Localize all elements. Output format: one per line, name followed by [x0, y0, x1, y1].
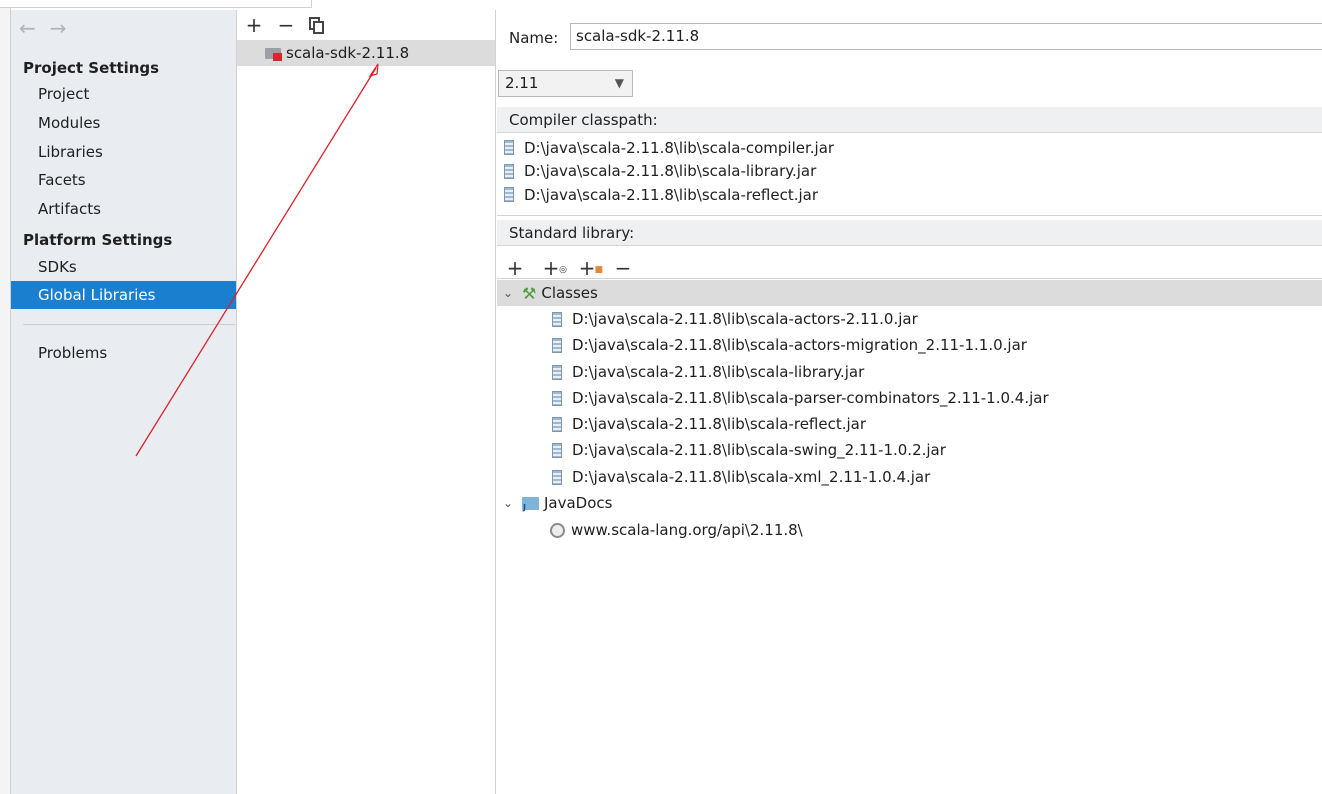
library-list-toolbar: + −	[245, 14, 325, 36]
arrow-left-icon[interactable]: ←	[19, 16, 36, 40]
tree-row[interactable]: www.scala-lang.org/api\2.11.8\	[497, 517, 1322, 543]
library-item-label: scala-sdk-2.11.8	[286, 44, 410, 62]
library-list-panel: + − scala-sdk-2.11.8	[237, 10, 496, 794]
library-folder-icon	[265, 46, 283, 61]
sidebar-item-problems[interactable]: Problems	[11, 339, 236, 367]
tree-row[interactable]: D:\java\scala-2.11.8\lib\scala-actors-2.…	[497, 306, 1322, 332]
sidebar-item-project[interactable]: Project	[11, 80, 236, 108]
jar-icon	[504, 187, 514, 203]
standard-library-toolbar: + + ◎ + ■ −	[506, 257, 632, 279]
jar-icon	[552, 416, 562, 432]
settings-sidebar: ← → Project Settings Project Modules Lib…	[11, 10, 237, 794]
tree-row[interactable]: D:\java\scala-2.11.8\lib\scala-xml_2.11-…	[497, 464, 1322, 490]
library-item-scala-sdk[interactable]: scala-sdk-2.11.8	[237, 40, 495, 66]
sidebar-item-facets[interactable]: Facets	[11, 166, 236, 194]
javadocs-label: JavaDocs	[544, 494, 613, 512]
tree-row[interactable]: D:\java\scala-2.11.8\lib\scala-swing_2.1…	[497, 437, 1322, 463]
remove-library-button[interactable]: −	[277, 14, 295, 36]
list-item[interactable]: D:\java\scala-2.11.8\lib\scala-library.j…	[497, 160, 1322, 184]
classes-label: Classes	[541, 284, 598, 302]
name-label: Name:	[509, 29, 559, 47]
project-settings-heading: Project Settings	[23, 59, 160, 77]
name-field[interactable]: scala-sdk-2.11.8	[570, 23, 1322, 50]
background-window-top	[0, 0, 312, 8]
copy-icon[interactable]	[309, 17, 325, 34]
jar-icon	[552, 390, 562, 406]
scala-version-select[interactable]: 2.11 ▼	[498, 70, 633, 97]
jar-icon	[552, 469, 562, 485]
globe-icon	[550, 522, 565, 538]
library-details-panel: Name: scala-sdk-2.11.8 2.11 ▼ Compiler c…	[497, 10, 1322, 794]
platform-settings-heading: Platform Settings	[23, 231, 173, 249]
jar-icon	[552, 311, 562, 327]
sidebar-divider	[23, 324, 235, 325]
jar-icon	[504, 140, 514, 156]
list-item[interactable]: D:\java\scala-2.11.8\lib\scala-reflect.j…	[497, 183, 1322, 207]
sidebar-item-modules[interactable]: Modules	[11, 109, 236, 137]
jar-icon	[504, 163, 514, 179]
add-url-button[interactable]: + ◎	[542, 257, 567, 279]
tree-row[interactable]: D:\java\scala-2.11.8\lib\scala-actors-mi…	[497, 332, 1322, 358]
toolbar-divider	[497, 278, 1322, 279]
tree-node-javadocs[interactable]: ⌄ J JavaDocs	[497, 490, 1322, 516]
background-window-edge	[0, 0, 11, 794]
chevron-down-icon[interactable]: ⌄	[500, 286, 516, 300]
tree-node-classes[interactable]: ⌄ ⚒ Classes	[497, 280, 1322, 306]
jar-icon	[552, 337, 562, 353]
tree-row[interactable]: D:\java\scala-2.11.8\lib\scala-parser-co…	[497, 385, 1322, 411]
tree-row[interactable]: D:\java\scala-2.11.8\lib\scala-library.j…	[497, 359, 1322, 385]
standard-library-label: Standard library:	[497, 220, 1322, 246]
compiler-classpath-label: Compiler classpath:	[497, 107, 1322, 133]
tree-row[interactable]: D:\java\scala-2.11.8\lib\scala-reflect.j…	[497, 411, 1322, 437]
chevron-down-icon: ▼	[614, 76, 624, 90]
add-root-button[interactable]: +	[506, 257, 524, 279]
remove-root-button[interactable]: −	[614, 257, 632, 279]
hammer-icon: ⚒	[522, 283, 537, 303]
sidebar-item-libraries[interactable]: Libraries	[11, 138, 236, 166]
scala-version-value: 2.11	[505, 74, 539, 92]
sidebar-item-artifacts[interactable]: Artifacts	[11, 195, 236, 223]
sidebar-item-global-libraries[interactable]: Global Libraries	[11, 281, 236, 309]
compiler-classpath-list: D:\java\scala-2.11.8\lib\scala-compiler.…	[497, 136, 1322, 216]
list-item[interactable]: D:\java\scala-2.11.8\lib\scala-compiler.…	[497, 136, 1322, 160]
jar-icon	[552, 442, 562, 458]
add-library-button[interactable]: +	[245, 14, 263, 36]
javadocs-folder-icon: J	[522, 496, 540, 512]
arrow-right-icon[interactable]: →	[50, 16, 67, 40]
jar-icon	[552, 364, 562, 380]
add-folder-button[interactable]: + ■	[578, 257, 603, 279]
chevron-down-icon[interactable]: ⌄	[500, 496, 516, 510]
sidebar-item-sdks[interactable]: SDKs	[11, 253, 236, 281]
history-nav: ← →	[19, 16, 67, 40]
